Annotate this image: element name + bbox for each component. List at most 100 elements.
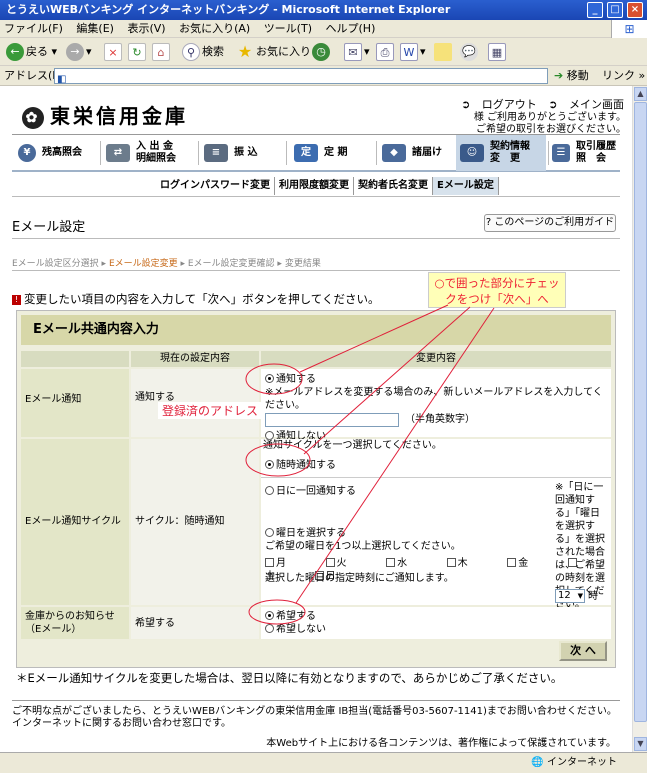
cycle-anytime-radio[interactable] [265, 460, 274, 469]
cycle-daily-radio[interactable] [265, 486, 274, 495]
main-menu-link[interactable]: ➲ メイン画面 [548, 98, 624, 111]
nav-balance[interactable]: ¥ 残高照会 [18, 135, 96, 171]
day-tue-label: 火 [336, 558, 347, 569]
notify-on-radio[interactable] [265, 374, 274, 383]
news-yes-label: 希望する [276, 611, 316, 622]
nav-contract-change[interactable]: ☺ 契約情報 変 更 [456, 135, 546, 171]
cycle-anytime-option[interactable]: 随時通知する [265, 459, 336, 472]
back-button[interactable]: ← 戻る ▾ [6, 43, 57, 61]
vertical-scrollbar[interactable]: ▲ ▼ [632, 86, 647, 752]
minimize-icon[interactable]: _ [587, 2, 603, 18]
instruction-text: 変更したい項目の内容を入力して「次へ」ボタンを押してください。 [24, 292, 380, 306]
top-links: ➲ ログアウト ➲ メイン画面 [453, 96, 624, 112]
notify-on-option[interactable]: 通知する [265, 373, 611, 386]
step-4: 変更結果 [284, 259, 321, 269]
search-button[interactable]: ⚲ 検索 [182, 43, 224, 61]
day-tue-checkbox[interactable] [325, 558, 335, 567]
nav-divider [376, 141, 377, 165]
cycle-label: Eメール通知サイクル [21, 439, 129, 605]
logout-label: ログアウト [481, 98, 537, 111]
divider [12, 700, 620, 701]
maximize-icon[interactable]: □ [607, 2, 623, 18]
web-page: ✿ 東栄信用金庫 ➲ ログアウト ➲ メイン画面 様 ご利用ありがとうございます。… [0, 86, 632, 752]
back-arrow-icon: ← [6, 43, 24, 61]
cycle-current: サイクル：随時通知 [131, 439, 259, 605]
nav-statement-label: 入 出 金 明細照会 [136, 141, 176, 164]
menu-tools[interactable]: ツール(T) [264, 22, 312, 35]
day-mon-checkbox[interactable] [265, 558, 274, 567]
main-menu-label: メイン画面 [569, 98, 624, 111]
subnav-name[interactable]: 契約者氏名変更 [354, 177, 433, 195]
email-input-suffix: （半角英数字） [405, 414, 475, 425]
menu-help[interactable]: ヘルプ(H) [326, 22, 376, 35]
fixed-deposit-icon: 定 [294, 144, 318, 162]
bank-name: 東栄信用金庫 [50, 104, 188, 128]
col-current-header: 現在の設定内容 [131, 351, 259, 367]
mail-button[interactable]: ✉ ▾ [344, 43, 370, 61]
usage-guide-button[interactable]: ? このページのご利用ガイド [484, 214, 616, 232]
menu-favorites[interactable]: お気に入り(A) [179, 22, 250, 35]
address-input[interactable]: ◧ [54, 68, 548, 85]
scroll-down-icon[interactable]: ▼ [634, 737, 647, 751]
day-wed-checkbox[interactable] [386, 558, 396, 567]
divider [261, 477, 611, 478]
links-button[interactable]: リンク » [602, 66, 645, 86]
stop-button[interactable]: × [104, 43, 124, 61]
nav-notifications[interactable]: ◆ 諸届け [382, 135, 454, 171]
history-button[interactable]: ◷ [312, 43, 332, 61]
day-thu-checkbox[interactable] [446, 558, 456, 567]
bank-logo: ✿ 東栄信用金庫 [22, 100, 188, 129]
note-icon [434, 43, 452, 61]
subnav-password[interactable]: ログインパスワード変更 [156, 177, 275, 195]
nav-divider [286, 141, 287, 165]
menu-file[interactable]: ファイル(F) [4, 22, 63, 35]
footer-line2: インターネットに関するお問い合わせ窓口です。 [12, 718, 231, 729]
next-button[interactable]: 次 へ [559, 641, 607, 661]
nav-fixed-deposit[interactable]: 定定 期 [294, 135, 378, 171]
refresh-button[interactable]: ↻ [128, 43, 148, 61]
hour-select[interactable]: 12 [555, 589, 585, 603]
news-yes-radio[interactable] [265, 611, 274, 620]
notes-button[interactable] [434, 43, 454, 61]
close-icon[interactable]: × [627, 2, 643, 18]
step-1: Eメール設定区分選択 [12, 259, 99, 269]
news-no-radio[interactable] [265, 624, 274, 633]
edit-button[interactable]: W ▾ [400, 43, 426, 61]
nav-transfer[interactable]: ≡ 振 込 [204, 135, 284, 171]
subnav-limit[interactable]: 利用限度額変更 [275, 177, 354, 195]
menu-view[interactable]: 表示(V) [127, 22, 165, 35]
research-button[interactable]: ▦ [488, 43, 508, 61]
news-yes-option[interactable]: 希望する [265, 610, 611, 623]
notify-label: Eメール通知 [21, 369, 129, 437]
home-button[interactable]: ⌂ [152, 43, 172, 61]
favorites-button[interactable]: ★ お気に入り [236, 43, 311, 61]
print-button[interactable]: ⎙ [376, 43, 396, 61]
money-stack-icon: ≡ [204, 144, 228, 162]
nav-statement[interactable]: ⇄ 入 出 金 明細照会 [106, 135, 196, 171]
cycle-daily-option[interactable]: 日に一回通知する [265, 485, 356, 498]
new-email-input[interactable] [265, 413, 399, 427]
forward-button[interactable]: → ▾ [66, 43, 92, 61]
form-header: Eメール共通内容入力 [21, 315, 611, 345]
cycle-weekday-radio[interactable] [265, 528, 274, 537]
nav-history[interactable]: ☰ 取引履歴 照 会 [552, 135, 620, 171]
menu-edit[interactable]: 編集(E) [76, 22, 114, 35]
subnav-email[interactable]: Eメール設定 [433, 177, 499, 195]
greeting-line1: 様 ご利用ありがとうございます。 [473, 112, 626, 123]
scroll-thumb[interactable] [634, 102, 647, 722]
history-icon: ◷ [312, 43, 330, 61]
main-nav: ¥ 残高照会 ⇄ 入 出 金 明細照会 ≡ 振 込 定定 期 ◆ 諸届け ☺ 契約情報 変… [12, 134, 620, 172]
scroll-up-icon[interactable]: ▲ [634, 87, 647, 101]
go-button[interactable]: ➔ 移動 [554, 66, 589, 86]
favorites-label: お気に入り [256, 45, 311, 58]
logout-link[interactable]: ➲ ログアウト [461, 98, 537, 111]
messenger-button[interactable]: 💬 [460, 43, 480, 61]
cycle-weekday-option[interactable]: 曜日を選択する [265, 527, 346, 540]
day-fri-checkbox[interactable] [507, 558, 517, 567]
nav-notifications-label: 諸届け [412, 147, 442, 158]
news-no-option[interactable]: 希望しない [265, 623, 611, 636]
research-icon: ▦ [488, 43, 506, 61]
sub-nav: ログインパスワード変更 利用限度額変更 契約者氏名変更 Eメール設定 [156, 177, 499, 195]
news-no-label: 希望しない [276, 624, 326, 635]
go-arrow-icon: ➔ [554, 69, 564, 82]
